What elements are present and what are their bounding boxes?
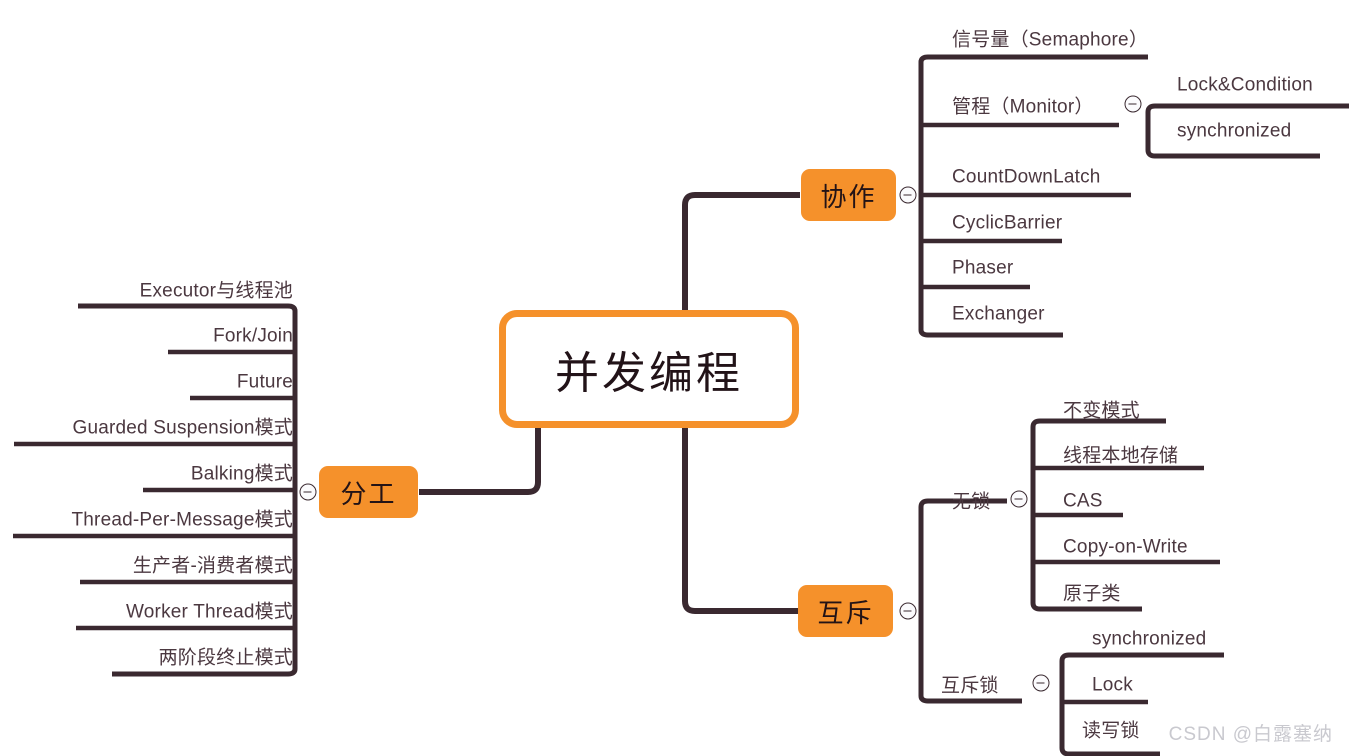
leaf-future[interactable]: Future [237, 373, 293, 392]
leaf-lock-free[interactable]: 无锁 [952, 493, 990, 512]
branch-node-xiezuo-label: 协作 [820, 181, 877, 212]
leaf-fork-join[interactable]: Fork/Join [213, 327, 293, 346]
branch-node-huchi-label: 互斥 [817, 597, 874, 628]
branch-node-fengong-label: 分工 [340, 478, 397, 509]
leaf-cas[interactable]: CAS [1063, 492, 1103, 511]
watermark: CSDN @白露塞纳 [1168, 724, 1333, 745]
leaf-atomic-classes[interactable]: 原子类 [1063, 585, 1121, 604]
center-node[interactable]: 并发编程 [499, 310, 799, 428]
mindmap-canvas: 并发编程 分工 协作 互斥 Executor与线程池 Fork/Join Fut… [0, 0, 1349, 756]
leaf-two-phase-termination[interactable]: 两阶段终止模式 [159, 649, 293, 668]
branch-node-huchi[interactable]: 互斥 [798, 585, 893, 637]
leaf-balking[interactable]: Balking模式 [191, 465, 293, 484]
collapse-icon-lock-free[interactable] [1010, 490, 1028, 508]
leaf-read-write-lock[interactable]: 读写锁 [1082, 722, 1140, 741]
leaf-exchanger[interactable]: Exchanger [952, 305, 1045, 324]
leaf-immutable-pattern[interactable]: 不变模式 [1063, 402, 1140, 421]
leaf-mutex-lock[interactable]: 互斥锁 [941, 677, 999, 696]
leaf-lock[interactable]: Lock [1092, 676, 1133, 695]
collapse-icon-monitor[interactable] [1124, 95, 1142, 113]
leaf-mutex-synchronized[interactable]: synchronized [1092, 630, 1206, 649]
leaf-cyclicbarrier[interactable]: CyclicBarrier [952, 214, 1062, 233]
collapse-icon-huchi[interactable] [899, 602, 917, 620]
leaf-countdownlatch[interactable]: CountDownLatch [952, 168, 1101, 187]
leaf-producer-consumer[interactable]: 生产者-消费者模式 [133, 557, 293, 576]
leaf-monitor-synchronized[interactable]: synchronized [1177, 122, 1291, 141]
collapse-icon-xiezuo[interactable] [899, 186, 917, 204]
branch-node-fengong[interactable]: 分工 [319, 466, 418, 518]
leaf-thread-local-storage[interactable]: 线程本地存储 [1063, 447, 1178, 466]
leaf-lock-and-condition[interactable]: Lock&Condition [1177, 76, 1313, 95]
leaf-monitor[interactable]: 管程（Monitor） [952, 98, 1094, 117]
leaf-worker-thread[interactable]: Worker Thread模式 [126, 603, 293, 622]
branch-node-xiezuo[interactable]: 协作 [801, 169, 896, 221]
leaf-executor-thread-pool[interactable]: Executor与线程池 [140, 282, 293, 301]
leaf-guarded-suspension[interactable]: Guarded Suspension模式 [72, 419, 293, 438]
collapse-icon-mutex-lock[interactable] [1032, 674, 1050, 692]
leaf-thread-per-message[interactable]: Thread-Per-Message模式 [71, 511, 293, 530]
center-node-label: 并发编程 [555, 349, 743, 398]
leaf-copy-on-write[interactable]: Copy-on-Write [1063, 538, 1188, 557]
collapse-icon-fengong[interactable] [299, 483, 317, 501]
leaf-phaser[interactable]: Phaser [952, 259, 1013, 278]
leaf-semaphore[interactable]: 信号量（Semaphore） [952, 31, 1148, 50]
